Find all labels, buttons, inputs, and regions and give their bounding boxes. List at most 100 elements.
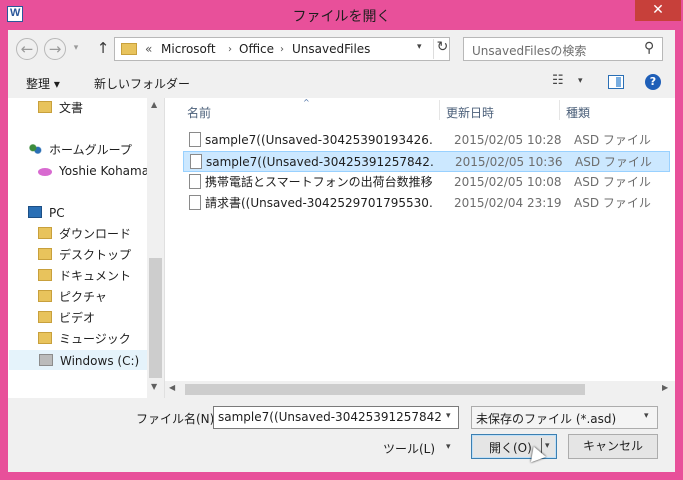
nav-item-windows-drive[interactable]: Windows (C:) [9, 350, 147, 370]
open-file-dialog: ファイルを開く ✕ ← → ▾ ↑ « Microsoft › Office ›… [0, 0, 683, 480]
back-arrow-icon[interactable]: ← [16, 38, 38, 60]
column-header-name[interactable]: 名前 [187, 104, 211, 121]
folder-icon [38, 227, 52, 239]
horizontal-scrollbar[interactable]: ◀ ▶ [165, 381, 675, 398]
nav-item-music[interactable]: ミュージック [38, 329, 131, 349]
file-name: 請求書((Unsaved-3042529701795530... [205, 196, 433, 210]
breadcrumb-microsoft[interactable]: Microsoft [161, 42, 216, 56]
nav-item-label: PC [49, 206, 65, 220]
forward-arrow-icon[interactable]: → [44, 38, 66, 60]
chevron-down-icon[interactable]: ▾ [446, 411, 451, 421]
tools-button[interactable]: ツール(L) [383, 440, 435, 457]
nav-item-pictures[interactable]: ピクチャ [38, 287, 107, 307]
nav-item-label: 文書 [59, 101, 84, 115]
scroll-thumb[interactable] [185, 384, 585, 395]
up-arrow-icon[interactable]: ↑ [92, 38, 114, 60]
search-input[interactable]: UnsavedFilesの検索 ⚲ [463, 37, 663, 61]
address-history-dropdown-icon[interactable]: ▾ [417, 42, 422, 52]
open-options-dropdown-icon[interactable]: ▾ [545, 441, 550, 451]
file-icon [190, 154, 202, 169]
chevron-right-icon[interactable]: › [280, 44, 284, 55]
nav-item-label: ドキュメント [59, 269, 132, 283]
organize-button[interactable]: 整理 ▾ [26, 75, 60, 92]
filename-field[interactable]: sample7((Unsaved-304253912578427 ▾ [213, 406, 459, 429]
file-date: 2015/02/05 10:28 [454, 133, 562, 147]
file-name: 携帯電話とスマートフォンの出荷台数推移と... [205, 175, 433, 189]
preview-pane-icon[interactable] [608, 75, 624, 89]
chevron-down-icon[interactable]: ▾ [644, 411, 649, 421]
close-icon[interactable]: ✕ [635, 0, 681, 21]
view-dropdown-icon[interactable]: ▾ [578, 76, 583, 86]
nav-item-pc[interactable]: PC [28, 203, 65, 223]
folder-icon [38, 290, 52, 302]
file-icon [189, 132, 201, 147]
drive-icon [39, 354, 53, 366]
file-list: ^ 名前 更新日時 種類 sample7((Unsaved-3042539019… [165, 98, 675, 398]
column-divider[interactable] [439, 100, 440, 120]
folder-icon [38, 311, 52, 323]
address-bar[interactable]: « Microsoft › Office › UnsavedFiles ▾ ↻ [114, 37, 450, 61]
navigation-pane: 文書 ホームグループ Yoshie Kohama PC ダウンロード デスクトッ… [8, 98, 165, 398]
new-folder-button[interactable]: 新しいフォルダー [94, 75, 190, 92]
title-bar: ファイルを開く ✕ [0, 0, 683, 30]
nav-item-documents-library[interactable]: ドキュメント [38, 266, 131, 286]
breadcrumb-unsavedfiles[interactable]: UnsavedFiles [292, 42, 370, 56]
tools-dropdown-icon[interactable]: ▾ [446, 442, 451, 452]
folder-icon [38, 248, 52, 260]
folder-icon [38, 269, 52, 281]
nav-item-label: ダウンロード [59, 227, 132, 241]
nav-item-documents[interactable]: 文書 [38, 98, 83, 118]
nav-item-label: Yoshie Kohama [59, 164, 150, 178]
table-row[interactable]: sample7((Unsaved-30425390193426... 2015/… [183, 130, 670, 151]
nav-item-desktop[interactable]: デスクトップ [38, 245, 131, 265]
scroll-down-icon[interactable]: ▼ [151, 382, 157, 391]
scroll-thumb[interactable] [149, 258, 162, 378]
navigation-bar: ← → ▾ ↑ « Microsoft › Office › UnsavedFi… [8, 30, 675, 68]
homegroup-icon [28, 143, 42, 155]
pc-icon [28, 206, 42, 218]
file-name: sample7((Unsaved-30425390193426... [205, 133, 433, 147]
help-icon[interactable]: ? [645, 74, 661, 90]
open-button-label: 開く(O) [489, 441, 532, 455]
search-icon[interactable]: ⚲ [644, 40, 654, 56]
nav-item-label: デスクトップ [59, 248, 132, 262]
chevron-right-icon[interactable]: › [228, 44, 232, 55]
column-header-type[interactable]: 種類 [566, 104, 590, 121]
table-row[interactable]: 携帯電話とスマートフォンの出荷台数推移と... 2015/02/05 10:08… [183, 172, 670, 193]
user-icon [38, 168, 52, 176]
filename-label: ファイル名(N): [136, 412, 219, 426]
filetype-select[interactable]: 未保存のファイル (*.asd) ▾ [471, 406, 658, 429]
table-row[interactable]: 請求書((Unsaved-3042529701795530... 2015/02… [183, 193, 670, 214]
nav-item-label: ホームグループ [49, 143, 132, 157]
command-toolbar: 整理 ▾ 新しいフォルダー ☷ ▾ ? [8, 68, 675, 98]
file-type: ASD ファイル [574, 175, 651, 189]
file-date: 2015/02/05 10:08 [454, 175, 562, 189]
breadcrumb-overflow-icon[interactable]: « [145, 42, 152, 56]
filetype-value: 未保存のファイル (*.asd) [476, 412, 617, 426]
nav-item-label: Windows (C:) [60, 354, 140, 368]
column-divider[interactable] [559, 100, 560, 120]
navpane-scrollbar[interactable]: ▲ ▼ [147, 98, 164, 398]
scroll-right-icon[interactable]: ▶ [662, 383, 668, 392]
table-row[interactable]: sample7((Unsaved-30425391257842... 2015/… [183, 151, 670, 172]
file-type: ASD ファイル [575, 155, 652, 169]
folder-icon [38, 332, 52, 344]
folder-icon [121, 43, 137, 55]
recent-locations-dropdown[interactable]: ▾ [70, 38, 82, 60]
file-icon [189, 195, 201, 210]
nav-item-label: ミュージック [59, 332, 131, 346]
file-date: 2015/02/04 23:19 [454, 196, 562, 210]
filename-value[interactable]: sample7((Unsaved-304253912578427 [218, 410, 442, 424]
nav-item-user[interactable]: Yoshie Kohama [38, 161, 149, 181]
folder-icon [38, 101, 52, 113]
scroll-left-icon[interactable]: ◀ [169, 383, 175, 392]
breadcrumb-office[interactable]: Office [239, 42, 274, 56]
nav-item-homegroup[interactable]: ホームグループ [28, 140, 132, 160]
view-options-icon[interactable]: ☷ [552, 73, 564, 88]
nav-item-downloads[interactable]: ダウンロード [38, 224, 131, 244]
scroll-up-icon[interactable]: ▲ [151, 100, 157, 109]
cancel-button[interactable]: キャンセル [568, 434, 658, 459]
refresh-icon[interactable]: ↻ [433, 39, 451, 59]
nav-item-videos[interactable]: ビデオ [38, 308, 95, 328]
column-header-date[interactable]: 更新日時 [446, 104, 494, 121]
